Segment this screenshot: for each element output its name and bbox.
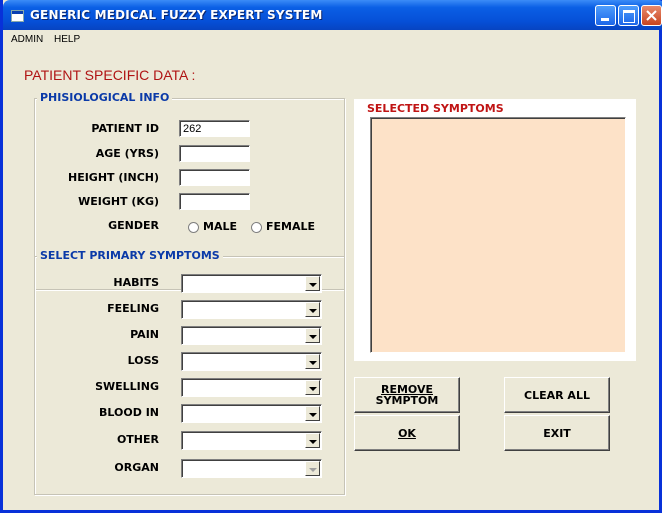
gender-female-radio[interactable] (251, 222, 262, 233)
habits-label: HABITS (113, 276, 159, 289)
close-button[interactable] (641, 5, 662, 26)
organ-label: ORGAN (114, 461, 159, 474)
age-field[interactable] (179, 145, 250, 162)
gender-male-label[interactable]: MALE (203, 220, 237, 233)
primary-symptoms-title: SELECT PRIMARY SYMPTOMS (37, 249, 223, 262)
height-label: HEIGHT (INCH) (67, 171, 159, 184)
pain-label: PAIN (130, 328, 159, 341)
loss-label: LOSS (127, 354, 159, 367)
chevron-down-icon[interactable] (305, 328, 320, 343)
menu-bar: ADMIN HELP (3, 30, 659, 49)
ok-label: OK (398, 426, 416, 440)
age-label: AGE (YRS) (95, 147, 159, 160)
window-title: GENERIC MEDICAL FUZZY EXPERT SYSTEM (30, 8, 323, 22)
gender-label: GENDER (108, 219, 159, 232)
patient-id-label: PATIENT ID (91, 122, 159, 135)
maximize-button[interactable] (618, 5, 639, 26)
chevron-down-icon (305, 461, 320, 476)
chevron-down-icon[interactable] (305, 276, 320, 291)
clear-all-button[interactable]: CLEAR ALL (504, 377, 610, 413)
menu-admin[interactable]: ADMIN (11, 34, 43, 45)
weight-label: WEIGHT (KG) (78, 195, 159, 208)
blood-in-label: BLOOD IN (99, 406, 159, 419)
chevron-down-icon[interactable] (305, 433, 320, 448)
loss-dropdown[interactable] (181, 352, 322, 371)
gender-male-radio[interactable] (188, 222, 199, 233)
remove-symptom-button[interactable]: REMOVE SYMPTOM (354, 377, 460, 413)
selected-symptoms-list[interactable] (370, 117, 626, 353)
height-field[interactable] (179, 169, 250, 186)
other-dropdown[interactable] (181, 431, 322, 450)
chevron-down-icon[interactable] (305, 380, 320, 395)
swelling-label: SWELLING (95, 380, 159, 393)
gender-female-label[interactable]: FEMALE (266, 220, 315, 233)
organ-dropdown (181, 459, 322, 478)
weight-field[interactable] (179, 193, 250, 210)
patient-id-field[interactable]: 262 (179, 120, 250, 137)
chevron-down-icon[interactable] (305, 354, 320, 369)
selected-symptoms-panel: SELECTED SYMPTOMS (354, 99, 636, 361)
app-window: GENERIC MEDICAL FUZZY EXPERT SYSTEM ADMI… (0, 0, 662, 513)
other-label: OTHER (116, 433, 159, 446)
chevron-down-icon[interactable] (305, 302, 320, 317)
selected-symptoms-title: SELECTED SYMPTOMS (364, 102, 507, 115)
minimize-icon (601, 18, 609, 21)
blood-in-dropdown[interactable] (181, 404, 322, 423)
chevron-down-icon[interactable] (305, 406, 320, 421)
close-icon (646, 10, 657, 21)
pain-dropdown[interactable] (181, 326, 322, 345)
title-bar[interactable]: GENERIC MEDICAL FUZZY EXPERT SYSTEM (3, 0, 662, 30)
feeling-label: FEELING (107, 302, 159, 315)
feeling-dropdown[interactable] (181, 300, 322, 319)
form-area: PATIENT SPECIFIC DATA : PHISIOLOGICAL IN… (3, 49, 659, 510)
ok-button[interactable]: OK (354, 415, 460, 451)
habits-dropdown[interactable] (181, 274, 322, 293)
exit-label: EXIT (543, 426, 571, 440)
app-icon[interactable] (11, 10, 24, 22)
minimize-button[interactable] (595, 5, 616, 26)
physio-group-title: PHISIOLOGICAL INFO (37, 91, 173, 104)
menu-help[interactable]: HELP (54, 34, 80, 45)
page-title: PATIENT SPECIFIC DATA : (24, 67, 196, 83)
swelling-dropdown[interactable] (181, 378, 322, 397)
maximize-icon (623, 10, 635, 23)
remove-button-line2: SYMPTOM (375, 394, 439, 407)
exit-button[interactable]: EXIT (504, 415, 610, 451)
clear-all-label: CLEAR ALL (524, 388, 590, 402)
